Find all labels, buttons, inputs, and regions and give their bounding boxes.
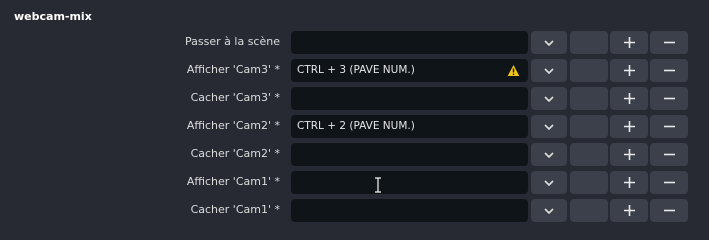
hotkey-row: Afficher 'Cam1' * [0, 171, 709, 199]
hotkey-label: Passer à la scène [185, 35, 280, 48]
add-button[interactable] [610, 31, 648, 54]
chevron-down-icon [544, 123, 554, 130]
hotkey-label: Afficher 'Cam3' * [186, 63, 280, 76]
hotkey-row: Cacher 'Cam1' * [0, 199, 709, 227]
plus-icon [623, 37, 635, 48]
dropdown-button[interactable] [531, 143, 567, 166]
chevron-down-icon [544, 151, 554, 158]
chevron-down-icon [544, 95, 554, 102]
hotkey-field[interactable]: CTRL + 2 (PAVE NUM.) [291, 115, 528, 138]
hotkey-field[interactable] [291, 171, 528, 194]
dropdown-button[interactable] [531, 31, 567, 54]
hotkey-row: Cacher 'Cam3' * [0, 87, 709, 115]
remove-button[interactable] [650, 199, 688, 222]
minus-icon [663, 41, 675, 44]
chevron-down-icon [544, 207, 554, 214]
hotkey-row: Afficher 'Cam3' * CTRL + 3 (PAVE NUM.) [0, 59, 709, 87]
remove-button[interactable] [650, 59, 688, 82]
dropdown-button[interactable] [531, 199, 567, 222]
clear-button[interactable] [570, 31, 608, 54]
clear-button[interactable] [570, 171, 608, 194]
clear-button[interactable] [570, 143, 608, 166]
chevron-down-icon [544, 179, 554, 186]
minus-icon [663, 153, 675, 156]
clear-button[interactable] [570, 59, 608, 82]
add-button[interactable] [610, 199, 648, 222]
hotkey-field[interactable] [291, 87, 528, 110]
hotkey-label: Cacher 'Cam2' * [190, 147, 280, 160]
hotkey-field[interactable]: CTRL + 3 (PAVE NUM.) [291, 59, 528, 82]
add-button[interactable] [610, 59, 648, 82]
minus-icon [663, 209, 675, 212]
plus-icon [623, 93, 635, 104]
plus-icon [623, 205, 635, 216]
hotkey-row: Afficher 'Cam2' * CTRL + 2 (PAVE NUM.) [0, 115, 709, 143]
chevron-down-icon [544, 67, 554, 74]
remove-button[interactable] [650, 115, 688, 138]
minus-icon [663, 97, 675, 100]
add-button[interactable] [610, 171, 648, 194]
minus-icon [663, 125, 675, 128]
dropdown-button[interactable] [531, 59, 567, 82]
warning-icon [507, 65, 520, 76]
hotkey-label: Cacher 'Cam3' * [190, 91, 280, 104]
minus-icon [663, 69, 675, 72]
hotkey-field[interactable] [291, 143, 528, 166]
add-button[interactable] [610, 143, 648, 166]
hotkey-field[interactable] [291, 199, 528, 222]
add-button[interactable] [610, 87, 648, 110]
remove-button[interactable] [650, 143, 688, 166]
add-button[interactable] [610, 115, 648, 138]
hotkey-row: Passer à la scène [0, 31, 709, 59]
plus-icon [623, 65, 635, 76]
hotkey-value: CTRL + 3 (PAVE NUM.) [297, 64, 415, 76]
remove-button[interactable] [650, 87, 688, 110]
plus-icon [623, 121, 635, 132]
hotkey-label: Afficher 'Cam2' * [186, 119, 280, 132]
plus-icon [623, 177, 635, 188]
dropdown-button[interactable] [531, 115, 567, 138]
remove-button[interactable] [650, 31, 688, 54]
minus-icon [663, 181, 675, 184]
clear-button[interactable] [570, 87, 608, 110]
clear-button[interactable] [570, 199, 608, 222]
chevron-down-icon [544, 39, 554, 46]
hotkey-field[interactable] [291, 31, 528, 54]
hotkey-label: Cacher 'Cam1' * [190, 203, 280, 216]
plus-icon [623, 149, 635, 160]
hotkey-label: Afficher 'Cam1' * [186, 175, 280, 188]
group-title: webcam-mix [14, 10, 92, 23]
dropdown-button[interactable] [531, 87, 567, 110]
dropdown-button[interactable] [531, 171, 567, 194]
text-cursor-icon [375, 177, 381, 193]
hotkey-list: Passer à la scène Afficher 'Cam3' * CTRL… [0, 31, 709, 227]
remove-button[interactable] [650, 171, 688, 194]
hotkey-row: Cacher 'Cam2' * [0, 143, 709, 171]
clear-button[interactable] [570, 115, 608, 138]
